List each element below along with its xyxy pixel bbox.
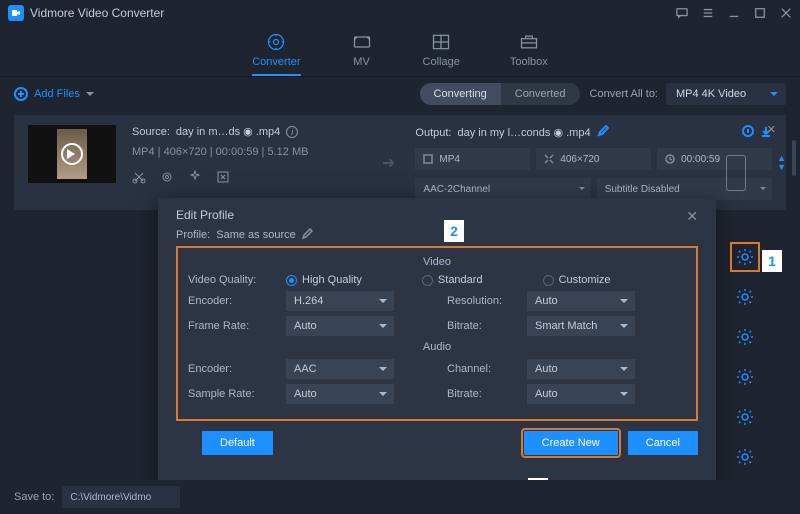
add-files-button[interactable]: Add Files — [14, 87, 94, 101]
tab-toolbox-label: Toolbox — [510, 56, 548, 68]
dialog-title: Edit Profile — [176, 208, 234, 222]
output-info-icon[interactable] — [742, 125, 754, 140]
rename-icon[interactable] — [597, 125, 609, 140]
audio-cell[interactable]: AAC-2Channel — [415, 178, 590, 200]
resolution-select[interactable]: Auto — [527, 291, 635, 311]
default-button[interactable]: Default — [202, 431, 273, 455]
source-filename: day in m…ds ◉ .mp4 — [176, 125, 280, 138]
menu-icon[interactable] — [702, 7, 714, 19]
converter-icon — [265, 32, 287, 52]
output-filename: day in my l…conds ◉ .mp4 — [457, 126, 590, 139]
remove-item-button[interactable]: ✕ — [767, 123, 776, 136]
titlebar: Vidmore Video Converter — [0, 0, 800, 26]
converted-tab[interactable]: Converted — [501, 83, 580, 105]
close-button[interactable] — [780, 7, 792, 19]
duration-cell[interactable]: 00:00:59 — [657, 148, 772, 170]
preset-settings-button-5[interactable] — [736, 408, 754, 426]
audio-section-header: Audio — [188, 341, 686, 353]
tab-mv-label: MV — [353, 56, 370, 68]
tab-mv[interactable]: MV — [351, 32, 373, 76]
dialog-close-button[interactable]: ✕ — [686, 208, 698, 225]
trim-icon[interactable] — [132, 170, 146, 187]
collage-icon — [430, 32, 452, 52]
toolbar: Add Files Converting Converted Convert A… — [0, 77, 800, 111]
preset-settings-button-6[interactable] — [736, 448, 754, 466]
video-thumbnail[interactable] — [28, 125, 116, 183]
device-preview-icon — [726, 155, 746, 191]
tab-converter-label: Converter — [252, 56, 300, 68]
resolution-label: Resolution: — [447, 295, 517, 307]
audio-bitrate-select[interactable]: Auto — [527, 384, 635, 404]
audio-encoder-label: Encoder: — [188, 363, 276, 375]
save-path-field[interactable]: C:\Vidmore\Vidmo — [62, 486, 180, 508]
container-cell[interactable]: MP4 — [415, 148, 530, 170]
video-section-header: Video — [188, 256, 686, 268]
save-to-label: Save to: — [14, 491, 54, 503]
step-marker-2: 2 — [444, 220, 464, 242]
tab-collage-label: Collage — [423, 56, 460, 68]
video-bitrate-select[interactable]: Smart Match — [527, 316, 635, 336]
quality-label: Video Quality: — [188, 274, 276, 286]
converting-tab[interactable]: Converting — [420, 83, 501, 105]
audio-bitrate-label: Bitrate: — [447, 388, 517, 400]
convert-all-to-label: Convert All to: — [590, 88, 658, 100]
edit-profile-name-icon[interactable] — [302, 228, 313, 242]
profile-value: Same as source — [216, 229, 295, 241]
source-label: Source: — [132, 126, 170, 138]
minimize-button[interactable] — [728, 7, 740, 19]
edit-profile-dialog: Edit Profile ✕ Profile: Same as source V… — [158, 198, 716, 498]
cancel-button[interactable]: Cancel — [628, 431, 698, 455]
preset-settings-button-4[interactable] — [736, 368, 754, 386]
settings-panel: Video Video Quality: High Quality Standa… — [176, 246, 698, 421]
mv-icon — [351, 32, 373, 52]
maximize-button[interactable] — [754, 7, 766, 19]
play-icon — [61, 143, 83, 165]
channel-select[interactable]: Auto — [527, 359, 635, 379]
video-encoder-label: Encoder: — [188, 295, 276, 307]
add-files-label: Add Files — [34, 88, 80, 100]
profile-label: Profile: — [176, 229, 210, 241]
app-title: Vidmore Video Converter — [30, 6, 164, 20]
source-meta: MP4 | 406×720 | 00:00:59 | 5.12 MB — [132, 146, 362, 158]
samplerate-label: Sample Rate: — [188, 388, 276, 400]
framerate-label: Frame Rate: — [188, 320, 276, 332]
quality-high-radio[interactable]: High Quality — [286, 274, 362, 286]
video-bitrate-label: Bitrate: — [447, 320, 517, 332]
convert-state-toggle: Converting Converted — [420, 83, 580, 105]
audio-encoder-select[interactable]: AAC — [286, 359, 394, 379]
compress-icon[interactable] — [216, 170, 230, 187]
resolution-cell[interactable]: 406×720 — [536, 148, 651, 170]
output-format-dropdown[interactable]: MP4 4K Video — [666, 83, 786, 105]
channel-label: Channel: — [447, 363, 517, 375]
tab-collage[interactable]: Collage — [423, 32, 460, 76]
scrollbar[interactable] — [792, 140, 796, 176]
file-item: Source: day in m…ds ◉ .mp4 i MP4 | 406×7… — [14, 115, 786, 210]
preset-settings-button-3[interactable] — [736, 328, 754, 346]
samplerate-select[interactable]: Auto — [286, 384, 394, 404]
preset-settings-button-1[interactable] — [736, 248, 754, 266]
quality-standard-radio[interactable]: Standard — [422, 274, 483, 286]
chevron-down-icon — [86, 92, 94, 100]
tab-converter[interactable]: Converter — [252, 32, 300, 76]
framerate-select[interactable]: Auto — [286, 316, 394, 336]
enhance-icon[interactable] — [188, 170, 202, 187]
bottom-bar: Save to: C:\Vidmore\Vidmo — [0, 480, 800, 514]
app-logo — [8, 5, 24, 21]
arrow-right-icon: ➜ — [382, 153, 395, 173]
create-new-button[interactable]: Create New — [524, 431, 618, 455]
edit-icon[interactable] — [160, 170, 174, 187]
main-tabs: Converter MV Collage Toolbox — [0, 26, 800, 76]
toolbox-icon — [518, 32, 540, 52]
info-icon[interactable]: i — [286, 126, 298, 138]
feedback-icon[interactable] — [676, 7, 688, 19]
preset-gear-strip — [736, 248, 754, 466]
video-encoder-select[interactable]: H.264 — [286, 291, 394, 311]
reorder-icon[interactable]: ▲▼ — [777, 154, 786, 172]
output-label: Output: — [415, 127, 451, 139]
tab-toolbox[interactable]: Toolbox — [510, 32, 548, 76]
step-marker-1: 1 — [762, 250, 782, 272]
quality-customize-radio[interactable]: Customize — [543, 274, 611, 286]
preset-settings-button-2[interactable] — [736, 288, 754, 306]
